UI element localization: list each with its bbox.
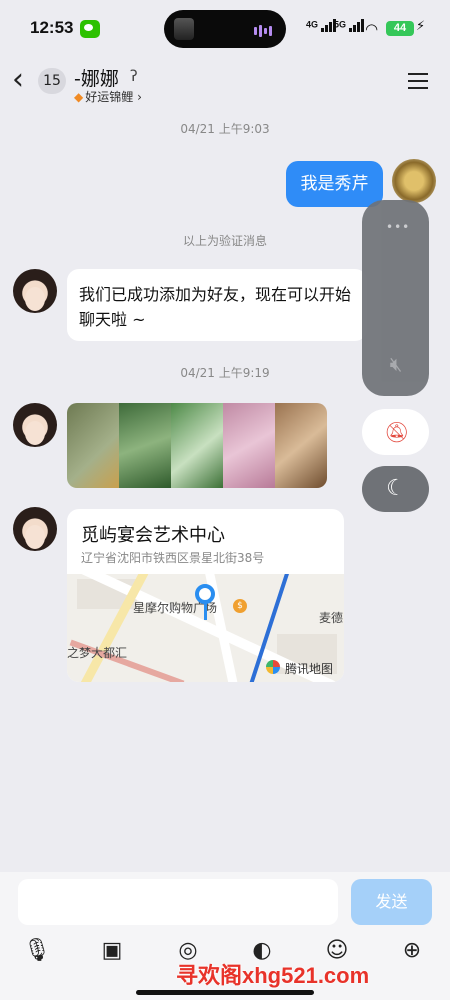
contact-status[interactable]: ◆ 好运锦鲤 › [74, 88, 142, 105]
location-address: 辽宁省沈阳市铁西区景星北街38号 [81, 551, 265, 565]
contact-avatar[interactable] [13, 507, 57, 551]
my-message-bubble[interactable]: 我是秀芹 [286, 161, 383, 207]
status-bar: 12:53 4G 5G ◠ 44 ⚡ [0, 0, 450, 56]
image-thumbnail [171, 403, 223, 488]
status-time: 12:53 [30, 18, 74, 37]
image-thumbnail [275, 403, 327, 488]
map-poi-label: 之梦大都汇 [67, 646, 128, 660]
ear-icon: ʔ [130, 67, 138, 85]
signal-2-label: 5G [334, 19, 347, 30]
back-chevron-icon[interactable]: ‹ [12, 65, 36, 96]
timestamp-1: 04/21 上午9:03 [180, 122, 270, 136]
status-chevron-icon: › [137, 90, 142, 104]
silent-mode-button[interactable]: 🔕︎ [362, 409, 429, 455]
map-brand-label: 腾讯地图 [285, 662, 334, 676]
contact-status-text: 好运锦鲤 [85, 90, 134, 104]
signal-1-label: 4G [306, 19, 319, 30]
menu-icon[interactable] [408, 73, 428, 89]
friend-message-bubble[interactable]: 我们已成功添加为好友，现在可以开始聊天啦 ~ [67, 269, 367, 341]
microphone-icon[interactable]: 🎙︎ [22, 936, 52, 966]
speaker-muted-icon[interactable]: 🔇︎ [384, 352, 408, 376]
unread-count-badge[interactable]: 15 [38, 68, 66, 94]
signal-indicator-1: 4G [306, 18, 336, 32]
contact-name[interactable]: -娜娜 [74, 64, 119, 91]
charging-icon: ⚡ [416, 19, 426, 34]
send-button[interactable]: 发送 [351, 879, 432, 925]
location-pin-stem [204, 602, 207, 620]
image-thumbnail [67, 403, 119, 488]
signal-indicator-2: 5G [334, 18, 364, 32]
watermark: 寻欢阁xhg521.com [176, 963, 370, 988]
signal-bars-icon [348, 18, 364, 32]
bell-off-icon: 🔕︎ [384, 420, 410, 444]
contact-avatar[interactable] [13, 269, 57, 313]
message-input[interactable] [18, 879, 338, 925]
location-name: 觅屿宴会艺术中心 [81, 525, 225, 546]
contact-avatar[interactable] [13, 403, 57, 447]
audio-visualizer-icon [254, 25, 272, 37]
wifi-icon: ◠ [365, 20, 379, 38]
image-thumbnail [119, 403, 171, 488]
map-preview[interactable]: 星摩尔购物广场 $ 麦德 之梦大都汇 腾讯地图 [67, 574, 344, 682]
map-poi-label: 麦德 [319, 611, 344, 625]
media-thumbnail-icon [174, 18, 194, 40]
floating-volume-panel[interactable]: ••• 🔇︎ [362, 200, 429, 396]
tencent-maps-logo-icon [266, 660, 280, 674]
chat-header: ‹ 15 -娜娜 ʔ ◆ 好运锦鲤 › [0, 56, 450, 112]
do-not-disturb-button[interactable]: ☾ [362, 466, 429, 512]
image-thumbnail [223, 403, 275, 488]
image-icon[interactable]: ▣ [97, 936, 127, 966]
image-message[interactable] [67, 403, 327, 488]
wechat-notification-icon [80, 20, 100, 38]
my-avatar[interactable] [392, 159, 436, 203]
plus-icon[interactable]: ⊕ [397, 936, 427, 966]
dynamic-island[interactable] [164, 10, 286, 48]
shopping-bag-icon: $ [233, 599, 247, 613]
koi-fish-icon: ◆ [74, 90, 84, 104]
location-pin-icon [195, 584, 215, 604]
location-message-card[interactable]: 觅屿宴会艺术中心 辽宁省沈阳市铁西区景星北街38号 星摩尔购物广场 $ 麦德 之… [67, 509, 344, 682]
battery-indicator: 44 [386, 21, 414, 36]
home-indicator[interactable] [136, 990, 314, 995]
more-dots-icon[interactable]: ••• [386, 220, 410, 234]
moon-icon: ☾ [386, 476, 406, 501]
